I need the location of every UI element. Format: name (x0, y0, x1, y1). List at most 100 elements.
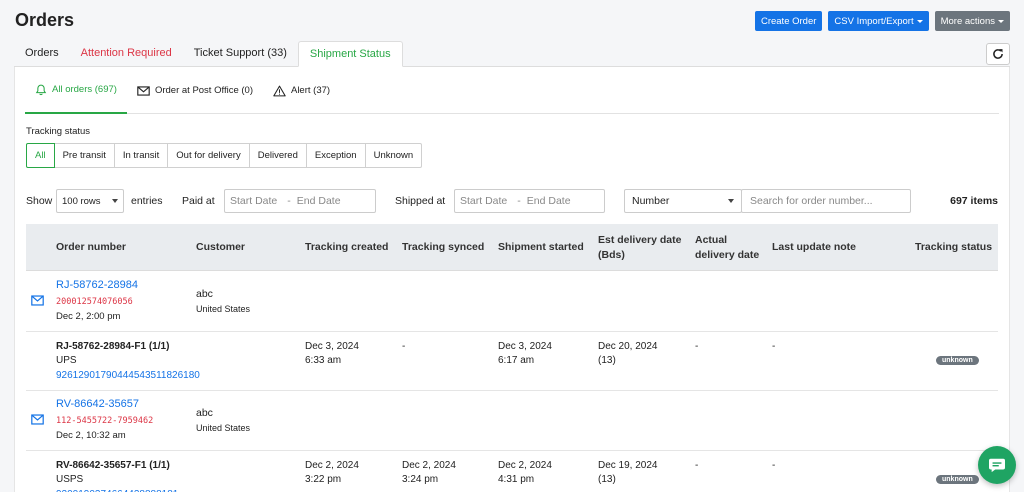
shipment-started-date: Dec 3, 2024 (498, 341, 552, 352)
order-subtabs: All orders (697) Order at Post Office (0… (25, 67, 999, 114)
envelope-icon[interactable] (31, 414, 44, 425)
customer-country: United States (196, 304, 251, 314)
external-order-id: 200012574076056 (56, 297, 133, 307)
subtab-all-orders[interactable]: All orders (697) (25, 67, 127, 114)
order-row: RV-86642-35657 112-5455722-7959462 Dec 2… (26, 391, 998, 451)
entries-label: entries (131, 195, 163, 207)
carrier-name: UPS (56, 355, 77, 366)
tab-orders[interactable]: Orders (14, 41, 70, 67)
rows-per-page-select[interactable]: 100 rows (56, 189, 124, 213)
tracking-created-time: 6:33 am (305, 355, 342, 366)
status-chip-delivered[interactable]: Delivered (248, 143, 307, 168)
shipment-id: RV-86642-35657-F1 (1/1) (56, 460, 170, 471)
envelope-icon (137, 85, 150, 96)
page-title: Orders (15, 10, 75, 30)
shipment-row: RJ-58762-28984-F1 (1/1) UPS 926129017904… (26, 332, 998, 391)
paid-at-label: Paid at (182, 195, 215, 207)
tab-attention-required[interactable]: Attention Required (70, 41, 183, 67)
more-actions-button[interactable]: More actions (934, 11, 1010, 31)
customer-name: abc (196, 407, 213, 419)
subtab-alert[interactable]: Alert (37) (263, 67, 340, 114)
tab-shipment-status[interactable]: Shipment Status (297, 41, 403, 67)
tracking-created-time: 3:22 pm (305, 474, 342, 485)
shipment-started-date: Dec 2, 2024 (498, 460, 552, 471)
items-count: 697 items (950, 195, 998, 207)
last-update-note: - (772, 341, 776, 352)
filter-bar: Show 100 rows entries Paid at Start Date… (26, 189, 998, 213)
tracking-number-link[interactable]: 9200190374664428888181 (56, 487, 178, 492)
status-chip-all[interactable]: All (26, 143, 55, 168)
shipment-started-time: 6:17 am (498, 355, 535, 366)
shipment-id: RJ-58762-28984-F1 (1/1) (56, 341, 170, 352)
paid-at-date-range[interactable]: Start Date - End Date (224, 189, 376, 213)
last-update-note: - (772, 460, 776, 471)
est-delivery-date: Dec 19, 2024 (598, 460, 658, 471)
shipment-status-panel: All orders (697) Order at Post Office (0… (14, 67, 1010, 492)
search-type-select[interactable]: Number (624, 189, 742, 213)
chevron-down-icon (112, 199, 118, 203)
table-header: Order number Customer Tracking created T… (26, 224, 998, 271)
customer-name: abc (196, 288, 213, 300)
est-delivery-days: (13) (598, 474, 616, 485)
status-chip-exception[interactable]: Exception (305, 143, 366, 168)
status-chip-in-transit[interactable]: In transit (113, 143, 169, 168)
col-tracking-status[interactable]: Tracking status (915, 224, 992, 271)
warning-icon (273, 85, 286, 96)
external-order-id: 112-5455722-7959462 (56, 416, 154, 426)
col-last-update-note[interactable]: Last update note (772, 224, 856, 271)
main-tabs: Orders Attention Required Ticket Support… (14, 41, 1010, 67)
chevron-down-icon (916, 19, 923, 23)
customer-country: United States (196, 423, 251, 433)
col-order-number[interactable]: Order number (56, 224, 126, 271)
col-shipment-started[interactable]: Shipment started (498, 224, 584, 271)
tracking-synced-date: - (402, 341, 406, 352)
chevron-down-icon (728, 199, 734, 203)
tracking-status-label: Tracking status (26, 126, 91, 137)
chevron-down-icon (998, 19, 1004, 23)
tracking-created-date: Dec 2, 2024 (305, 460, 359, 471)
create-order-button[interactable]: Create Order (754, 11, 823, 31)
shipped-at-date-range[interactable]: Start Date - End Date (454, 189, 605, 213)
carrier-name: USPS (56, 474, 84, 485)
tracking-number-link[interactable]: 92612901790444543511826180 (56, 368, 200, 383)
status-chip-unknown[interactable]: Unknown (364, 143, 423, 168)
order-date: Dec 2, 10:32 am (56, 430, 126, 441)
show-label: Show (26, 195, 53, 207)
header-actions: Create Order CSV Import/Export More acti… (754, 11, 1010, 31)
order-row: RJ-58762-28984 200012574076056 Dec 2, 2:… (26, 272, 998, 332)
order-number-link[interactable]: RV-86642-35657 (56, 397, 139, 412)
refresh-icon (993, 49, 1003, 59)
est-delivery-date: Dec 20, 2024 (598, 341, 658, 352)
chat-button[interactable] (978, 446, 1016, 484)
col-actual-delivery-date[interactable]: Actual delivery date (695, 224, 759, 271)
status-badge: unknown (936, 475, 979, 484)
actual-delivery-date: - (695, 341, 699, 352)
col-est-delivery-date[interactable]: Est delivery date (Bds) (598, 224, 681, 271)
refresh-button[interactable] (986, 43, 1010, 65)
subtab-order-at-post-office[interactable]: Order at Post Office (0) (127, 67, 263, 114)
est-delivery-days: (13) (598, 355, 616, 366)
order-number-link[interactable]: RJ-58762-28984 (56, 278, 138, 293)
csv-import-export-button[interactable]: CSV Import/Export (828, 11, 929, 31)
bell-icon (35, 84, 47, 95)
col-customer[interactable]: Customer (196, 224, 245, 271)
tracking-status-filter: All Pre transit In transit Out for deliv… (26, 143, 423, 168)
shipment-started-time: 4:31 pm (498, 474, 535, 485)
status-chip-pre-transit[interactable]: Pre transit (53, 143, 115, 168)
shipped-at-label: Shipped at (395, 195, 446, 207)
status-chip-out-for-delivery[interactable]: Out for delivery (167, 143, 250, 168)
actual-delivery-date: - (695, 460, 699, 471)
status-badge: unknown (936, 356, 979, 365)
order-date: Dec 2, 2:00 pm (56, 311, 121, 322)
col-tracking-created[interactable]: Tracking created (305, 224, 388, 271)
page-header: Orders Create Order CSV Import/Export Mo… (0, 0, 1024, 40)
order-search-input[interactable]: Search for order number... (741, 189, 911, 213)
tracking-created-date: Dec 3, 2024 (305, 341, 359, 352)
envelope-icon[interactable] (31, 295, 44, 306)
chat-icon (989, 458, 1005, 473)
col-tracking-synced[interactable]: Tracking synced (402, 224, 484, 271)
tracking-synced-date: Dec 2, 2024 (402, 460, 456, 471)
tracking-synced-time: 3:24 pm (402, 474, 439, 485)
tab-ticket-support[interactable]: Ticket Support (33) (183, 41, 298, 67)
shipment-row: RV-86642-35657-F1 (1/1) USPS 92001903746… (26, 451, 998, 492)
